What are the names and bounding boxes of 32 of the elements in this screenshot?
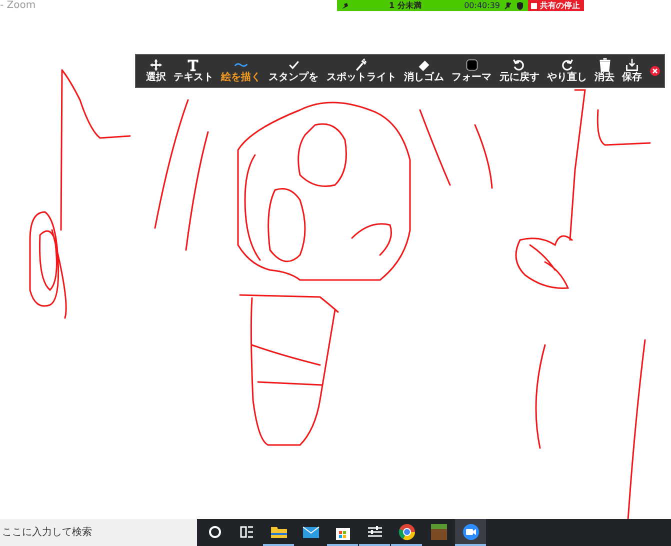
toolbar-tool[interactable]: 絵を描く [217, 58, 265, 84]
toolbar-tool[interactable]: テキスト [170, 58, 218, 84]
taskbar-app-button[interactable] [455, 519, 486, 546]
toolbar-tool[interactable]: フォーマ [448, 58, 496, 84]
stop-share-button[interactable]: 共有の停止 [528, 0, 584, 11]
toolbar-tool[interactable]: スタンプを [264, 58, 323, 84]
toolbar-tool[interactable]: 消去 [590, 58, 618, 84]
toolbar-tool[interactable]: やり直し [543, 58, 591, 84]
block-icon [428, 522, 448, 542]
redo-icon [560, 58, 574, 72]
video-camera-icon [460, 522, 480, 542]
toolbar-tool[interactable]: 選択 [142, 58, 170, 84]
spotlight-icon [354, 58, 368, 72]
stamp-icon [286, 58, 301, 72]
meeting-status-text: 1 分未満 [389, 0, 422, 11]
clear-icon [598, 58, 612, 72]
meeting-timer: 00:40:39 [464, 1, 500, 10]
save-icon [625, 58, 640, 72]
eraser-icon [417, 58, 432, 72]
toolbar-tool[interactable]: 消しゴム [400, 58, 448, 84]
close-button[interactable] [650, 66, 660, 76]
undo-icon [512, 58, 526, 72]
text-icon [186, 58, 200, 72]
format-icon [464, 58, 479, 72]
toolbar-tool[interactable]: 元に戻す [495, 58, 544, 84]
browser-icon [396, 522, 416, 542]
window-title: - Zoom [0, 0, 36, 11]
select-icon [148, 58, 163, 72]
toolbar-tool[interactable]: スポットライト [322, 58, 400, 84]
search-field[interactable]: ここに入力して検索 [0, 519, 197, 546]
toolbar-tool[interactable]: 保存 [618, 58, 646, 84]
shield-icon [516, 2, 524, 10]
